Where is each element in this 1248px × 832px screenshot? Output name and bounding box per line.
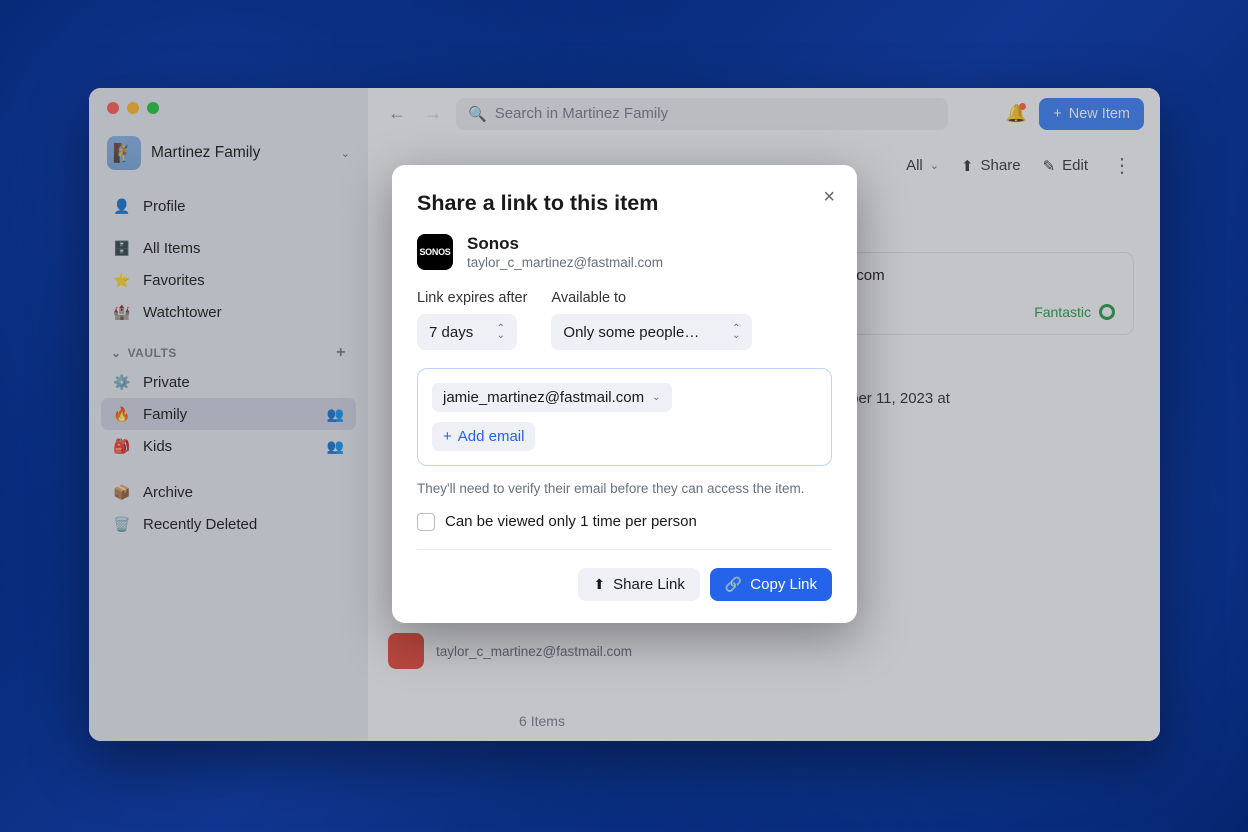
modal-item-subtitle: taylor_c_martinez@fastmail.com bbox=[467, 255, 663, 270]
modal-item-name: Sonos bbox=[467, 234, 663, 254]
plus-icon: + bbox=[443, 428, 452, 445]
stepper-icon: ⌃⌄ bbox=[732, 325, 740, 339]
share-icon: ⬆ bbox=[593, 576, 605, 593]
expires-select[interactable]: 7 days ⌃⌄ bbox=[417, 314, 517, 350]
chevron-down-icon: ⌄ bbox=[652, 392, 660, 403]
expires-label: Link expires after bbox=[417, 290, 527, 306]
available-label: Available to bbox=[551, 290, 752, 306]
modal-title: Share a link to this item bbox=[417, 191, 832, 216]
verification-hint: They'll need to verify their email befor… bbox=[417, 480, 832, 499]
view-once-label: Can be viewed only 1 time per person bbox=[445, 513, 697, 530]
stepper-icon: ⌃⌄ bbox=[497, 325, 505, 339]
available-select[interactable]: Only some people… ⌃⌄ bbox=[551, 314, 752, 350]
email-recipients-box: jamie_martinez@fastmail.com ⌄ + Add emai… bbox=[417, 368, 832, 466]
item-brand-icon: SONOS bbox=[417, 234, 453, 270]
link-icon: 🔗 bbox=[725, 576, 742, 593]
view-once-checkbox[interactable] bbox=[417, 513, 435, 531]
close-modal-button[interactable]: × bbox=[823, 187, 835, 207]
share-link-modal: Share a link to this item × SONOS Sonos … bbox=[392, 165, 857, 623]
add-email-button[interactable]: + Add email bbox=[432, 422, 535, 451]
email-chip[interactable]: jamie_martinez@fastmail.com ⌄ bbox=[432, 383, 672, 412]
share-link-button[interactable]: ⬆Share Link bbox=[578, 568, 699, 601]
copy-link-button[interactable]: 🔗Copy Link bbox=[710, 568, 832, 601]
